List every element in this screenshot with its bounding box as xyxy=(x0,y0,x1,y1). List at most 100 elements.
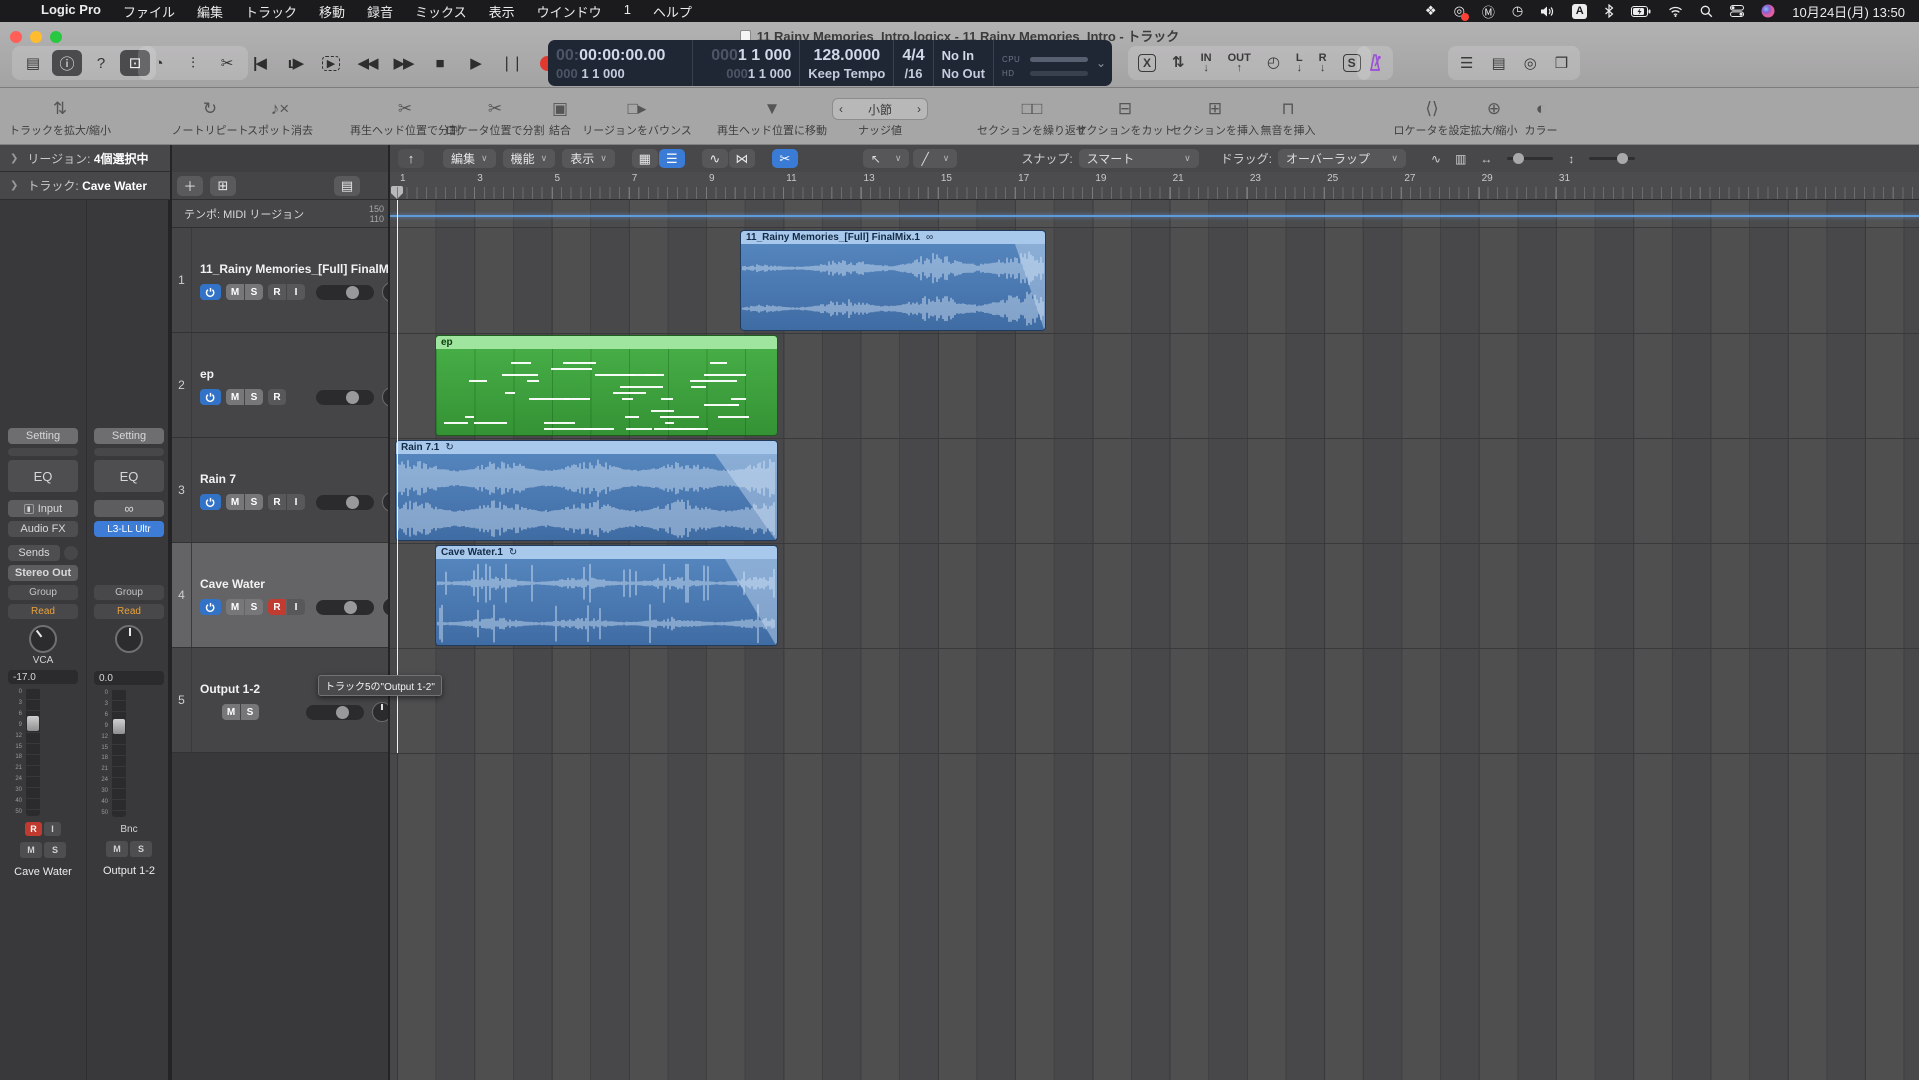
pan-knob[interactable] xyxy=(29,625,57,653)
track-header-1[interactable]: 1 11_Rainy Memories_[Full] FinalMix MS R… xyxy=(172,228,390,333)
toolbar-item-4[interactable]: ✂再生ヘッド位置で分割 xyxy=(350,96,460,138)
list-editors-toggle[interactable]: ☰ xyxy=(1460,54,1473,72)
metronome-button[interactable] xyxy=(1357,46,1393,80)
midi-in-button[interactable]: IN↓ xyxy=(1201,53,1212,73)
forward-button[interactable]: ▶▶ xyxy=(390,50,416,76)
region-ep-midi[interactable]: ep xyxy=(435,335,778,436)
mute-button[interactable]: M xyxy=(226,284,244,300)
record-enable-button[interactable]: R xyxy=(268,284,286,300)
input-monitor-button[interactable]: I xyxy=(287,494,305,510)
menu-clock[interactable]: 10月24日(月) 13:50 xyxy=(1792,2,1905,21)
volume-slider[interactable] xyxy=(316,600,374,615)
automation-mode-slot[interactable]: Read xyxy=(94,604,164,619)
inspector-divider-line[interactable] xyxy=(170,145,172,1080)
mute-button[interactable]: M xyxy=(222,704,240,720)
eq-slot[interactable]: EQ xyxy=(8,460,78,492)
pointer-tool-menu[interactable]: ↖∨ xyxy=(863,149,910,168)
solo-button[interactable]: S xyxy=(130,841,152,857)
track-header-3[interactable]: 3 Rain 7 MS RI xyxy=(172,438,390,543)
menu-item-8[interactable]: 表示 xyxy=(478,2,526,21)
menu-item-2[interactable]: ファイル xyxy=(112,2,186,21)
fader-track[interactable] xyxy=(26,688,40,816)
menu-item-10[interactable]: 1 xyxy=(613,2,642,21)
input-monitor-button[interactable]: I xyxy=(287,284,305,300)
time-machine-icon[interactable]: ◷ xyxy=(1512,3,1523,19)
lcd-midi-io-section[interactable]: No In No Out xyxy=(934,40,994,86)
toolbar-item-15[interactable]: ⊕拡大/縮小 xyxy=(1470,96,1517,138)
fader-track[interactable] xyxy=(112,689,126,817)
send-knob[interactable] xyxy=(64,546,78,560)
track-inspector-header[interactable]: ❯ トラック: Cave Water xyxy=(0,172,170,200)
loop-browser-toggle[interactable]: ◎ xyxy=(1524,54,1537,72)
fader-handle[interactable] xyxy=(113,719,125,734)
menu-item-11[interactable]: ヘルプ xyxy=(642,2,703,21)
record-enable-button[interactable]: R xyxy=(25,822,42,836)
track-name[interactable]: Rain 7 xyxy=(200,472,236,486)
volume-fader[interactable]: 03691215182124304050 xyxy=(94,689,164,817)
bounce-label[interactable]: Bnc xyxy=(94,824,164,838)
volume-readout[interactable]: 0.0 xyxy=(94,671,164,685)
lcd-tempo-section[interactable]: 128.0000 Keep Tempo xyxy=(800,40,894,86)
quick-help-toggle[interactable]: ? xyxy=(86,50,116,76)
go-to-beginning-button[interactable]: |◀ xyxy=(246,50,272,76)
menu-item-6[interactable]: 録音 xyxy=(356,2,404,21)
audio-fx-plugin-slot[interactable]: L3-LL Ultr xyxy=(94,521,164,537)
track-header-2[interactable]: 2 ep MS R xyxy=(172,333,390,438)
toolbar-item-12[interactable]: ⊞セクションを挿入 xyxy=(1171,96,1259,138)
toolbar-item-11[interactable]: ⊟セクションをカット xyxy=(1076,96,1175,138)
note-pads-toggle[interactable]: ▤ xyxy=(1491,54,1505,72)
toolbar-item-9[interactable]: ‹小節›ナッジ値 xyxy=(832,96,928,138)
menu-item-3[interactable]: 編集 xyxy=(186,2,234,21)
toolbar-item-13[interactable]: ⊓無音を挿入 xyxy=(1261,96,1316,138)
mute-button[interactable]: M xyxy=(226,599,244,615)
format-slot[interactable]: ∞ xyxy=(94,500,164,517)
tracks-timeline[interactable]: 11_Rainy Memories_[Full] FinalMix.1∞ ep … xyxy=(390,200,1919,1080)
duplicate-track-button[interactable]: ⊞ xyxy=(210,176,236,196)
nudge-value[interactable]: 小節 xyxy=(868,101,892,118)
track-name[interactable]: 11_Rainy Memories_[Full] FinalMix xyxy=(200,262,399,276)
horizontal-zoom-slider[interactable] xyxy=(1507,157,1553,160)
toolbar-item-3[interactable]: ♪×スポット消去 xyxy=(247,96,313,138)
toolbar-item-8[interactable]: ▼再生ヘッド位置に移動 xyxy=(717,96,827,138)
solo-button[interactable]: S xyxy=(245,284,263,300)
horizontal-zoom-icon[interactable]: ↔ xyxy=(1480,152,1492,166)
wifi-icon[interactable] xyxy=(1668,6,1683,17)
solo-button[interactable]: S xyxy=(44,842,66,858)
output-slot[interactable]: Stereo Out xyxy=(8,565,78,581)
battery-icon[interactable] xyxy=(1631,6,1651,17)
waveform-zoom-icon[interactable]: ∿ xyxy=(1431,152,1441,166)
functions-menu[interactable]: 機能∨ xyxy=(503,149,556,168)
dropbox-icon[interactable]: ❖ xyxy=(1425,3,1437,19)
smart-controls-toggle[interactable]: ◔ xyxy=(144,50,174,76)
volume-slider[interactable] xyxy=(306,705,364,720)
region-finalmix[interactable]: 11_Rainy Memories_[Full] FinalMix.1∞ xyxy=(740,230,1046,331)
track-name[interactable]: ep xyxy=(200,367,214,381)
gain-slot[interactable] xyxy=(8,448,78,456)
play-from-selection-button[interactable]: ▶ xyxy=(318,50,344,76)
mute-button[interactable]: M xyxy=(226,389,244,405)
track-on-off-button[interactable] xyxy=(200,494,221,510)
record-enable-button[interactable]: R xyxy=(268,599,286,615)
region-rain7[interactable]: Rain 7.1↻ xyxy=(395,440,778,541)
toolbar-item-7[interactable]: □▸リージョンをバウンス xyxy=(582,96,692,138)
region-cavewater[interactable]: Cave Water.1↻ xyxy=(435,545,778,646)
siri-icon[interactable] xyxy=(1761,4,1775,18)
toolbar-item-1[interactable]: ⇅トラックを拡大/縮小 xyxy=(9,96,111,138)
nudge-value-stepper[interactable]: ‹小節› xyxy=(832,98,928,120)
track-name[interactable]: Output 1-2 xyxy=(200,682,260,696)
mixer-toggle[interactable]: ⫶ xyxy=(178,50,208,76)
toolbar-item-14[interactable]: ⟨⟩ロケータを設定 xyxy=(1394,96,1471,138)
automation-button[interactable]: ∿ xyxy=(702,149,728,168)
track-header-divider-line[interactable] xyxy=(388,145,390,1080)
mute-button[interactable]: M xyxy=(106,841,128,857)
track-name[interactable]: Cave Water xyxy=(200,577,265,591)
bluetooth-icon[interactable] xyxy=(1604,4,1614,18)
menu-item-1[interactable]: Logic Pro xyxy=(30,2,112,21)
spotlight-icon[interactable] xyxy=(1700,5,1713,18)
add-track-button[interactable]: ＋ xyxy=(177,176,203,196)
autopunch-button[interactable]: ⇅ xyxy=(1172,58,1185,68)
pre-fader-metering-right-button[interactable]: R↓ xyxy=(1319,53,1327,73)
dictation-icon[interactable]: ◎ xyxy=(1454,3,1465,19)
input-source-a[interactable]: A xyxy=(1572,4,1587,19)
region-inspector-header[interactable]: ❯ リージョン: 4個選択中 xyxy=(0,145,170,172)
